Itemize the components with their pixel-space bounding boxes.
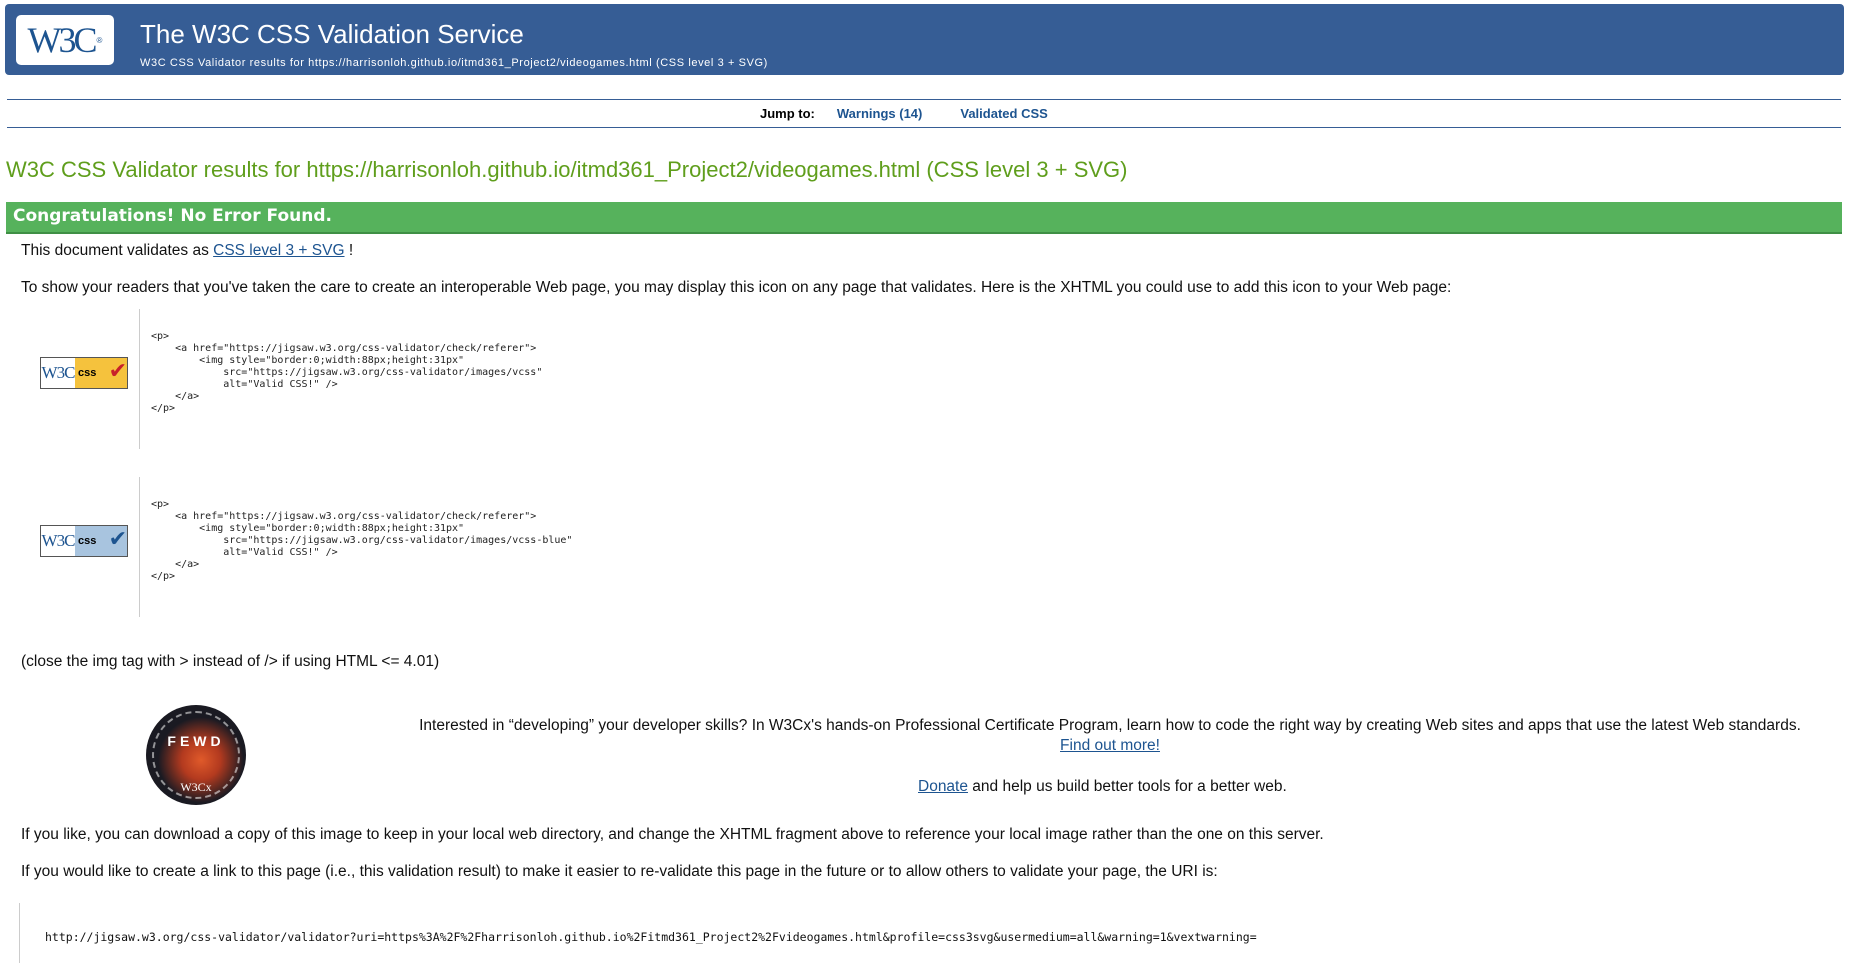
w3c-logo-text: W3C — [27, 20, 98, 60]
code-snippet: <p> <a href="https://jigsaw.w3.org/css-v… — [151, 331, 543, 414]
revalidate-uri[interactable]: http://jigsaw.w3.org/css-validator/valid… — [45, 930, 1257, 944]
badge-css-box: css ✔ — [75, 526, 127, 556]
badge-caption: W3Cx — [180, 780, 212, 794]
snippet-blue: W3C css ✔ <p> <a href="https://jigsaw.w3… — [20, 477, 1320, 617]
w3cx-fewd-badge[interactable]: FEWD W3Cx — [146, 705, 246, 805]
checkmark-icon: ✔ — [108, 358, 127, 383]
uri-box: http://jigsaw.w3.org/css-validator/valid… — [19, 903, 1860, 963]
badge-css-text: css — [78, 367, 97, 379]
code-snippet: <p> <a href="https://jigsaw.w3.org/css-v… — [151, 499, 573, 582]
donate-link[interactable]: Donate — [918, 778, 968, 795]
w3c-logo[interactable]: W3C ® — [16, 15, 114, 65]
success-banner: Congratulations! No Error Found. — [6, 202, 1842, 234]
download-note: If you like, you can download a copy of … — [21, 826, 1324, 843]
find-out-more-link[interactable]: Find out more! — [1060, 737, 1160, 754]
donate-suffix: and help us build better tools for a bet… — [967, 778, 1287, 795]
promo-block: Interested in “developing” your develope… — [395, 716, 1825, 756]
header-banner: W3C ® The W3C CSS Validation Service W3C … — [5, 4, 1844, 75]
close-tag-note: (close the img tag with > instead of /> … — [21, 653, 440, 670]
valid-css-badge-blue[interactable]: W3C css ✔ — [40, 525, 128, 557]
show-readers-text: To show your readers that you've taken t… — [21, 279, 1452, 296]
badge-css-box: css ✔ — [75, 358, 127, 388]
checkmark-icon: ✔ — [108, 526, 127, 551]
validates-prefix: This document validates as — [21, 242, 214, 259]
results-heading: W3C CSS Validator results for https://ha… — [6, 157, 1128, 182]
jump-nav: Jump to: Warnings (14) Validated CSS — [7, 99, 1841, 128]
validates-line: This document validates as CSS level 3 +… — [21, 242, 353, 260]
page-subtitle: W3C CSS Validator results for https://ha… — [140, 57, 768, 69]
jump-label: Jump to: — [760, 106, 815, 121]
snippet-divider — [139, 477, 140, 617]
warnings-link[interactable]: Warnings (14) — [837, 106, 922, 121]
link-note: If you would like to create a link to th… — [21, 863, 1218, 880]
badge-w3c-text: W3C — [41, 358, 75, 388]
success-message: Congratulations! No Error Found. — [13, 206, 332, 226]
snippet-divider — [139, 309, 140, 449]
badge-w3c-text: W3C — [41, 526, 75, 556]
valid-css-badge-gold[interactable]: W3C css ✔ — [40, 357, 128, 389]
registered-mark: ® — [96, 35, 103, 45]
profile-link[interactable]: CSS level 3 + SVG — [213, 242, 344, 259]
validates-suffix: ! — [344, 242, 354, 259]
promo-text: Interested in “developing” your develope… — [419, 717, 1801, 734]
donate-line: Donate and help us build better tools fo… — [918, 778, 1287, 796]
snippet-gold: W3C css ✔ <p> <a href="https://jigsaw.w3… — [20, 309, 1320, 449]
badge-css-text: css — [78, 535, 97, 547]
validated-css-link[interactable]: Validated CSS — [960, 106, 1047, 121]
badge-letters: FEWD — [167, 733, 225, 749]
page-title[interactable]: The W3C CSS Validation Service — [140, 19, 524, 50]
